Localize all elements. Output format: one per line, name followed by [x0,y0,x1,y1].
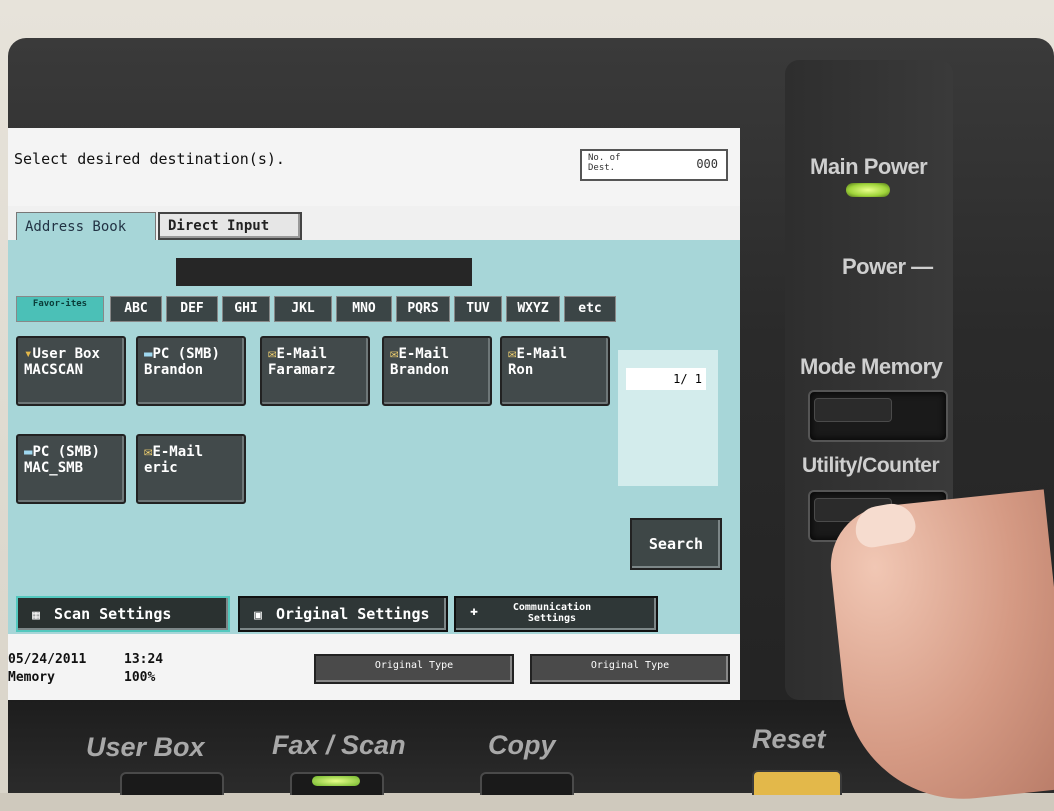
scan-settings-button[interactable]: ▦ Scan Settings [16,596,230,632]
search-input[interactable] [176,258,472,286]
communication-settings-icon: ✚ [470,603,478,619]
index-def-button[interactable]: DEF [166,296,218,322]
status-memory-label: Memory [8,670,55,685]
entry-name: MAC_SMB [24,460,84,476]
user-box-button[interactable] [120,772,224,795]
entry-name: Brandon [144,362,204,378]
search-button[interactable]: Search [630,518,722,570]
destination-entry[interactable]: ▾User Box MACSCAN [16,336,126,406]
original-settings-button[interactable]: ▣ Original Settings [238,596,448,632]
original-type-button[interactable]: Original Type [530,654,730,684]
power-label: Power — [842,254,933,279]
entry-type: ✉E-Mail [144,444,204,460]
entry-name: Brandon [390,362,450,378]
touch-screen: Select desired destination(s). No. of De… [8,128,740,700]
mode-memory-button[interactable] [808,390,948,442]
utility-counter-label: Utility/Counter [802,454,940,477]
original-type-button[interactable]: Original Type [314,654,514,684]
status-date: 05/24/2011 [8,652,87,667]
destination-entry[interactable]: ✉E-Mail Ron [500,336,610,406]
index-wxyz-button[interactable]: WXYZ [506,296,560,322]
fax-scan-label: Fax / Scan [272,730,406,760]
tab-direct-input[interactable]: Direct Input [158,212,302,240]
entry-type: ▬PC (SMB) [24,444,100,460]
index-tuv-button[interactable]: TUV [454,296,502,322]
index-favorites-button[interactable]: Favor-ites [16,296,104,322]
destination-counter: No. of Dest. 000 [580,149,728,181]
fax-scan-led-icon [312,776,360,786]
copy-button[interactable] [480,772,574,795]
index-mno-button[interactable]: MNO [336,296,392,322]
entry-type: ✉E-Mail [390,346,450,362]
destination-entry[interactable]: ✉E-Mail Brandon [382,336,492,406]
destination-counter-value: 000 [696,157,718,171]
index-pqrs-button[interactable]: PQRS [396,296,450,322]
entry-name: eric [144,460,178,476]
destination-entry[interactable]: ▬PC (SMB) MAC_SMB [16,434,126,504]
main-power-label: Main Power [810,154,928,179]
index-etc-button[interactable]: etc [564,296,616,322]
destination-entry[interactable]: ▬PC (SMB) Brandon [136,336,246,406]
page-number: 1/ 1 [626,368,706,390]
status-time: 13:24 [124,652,164,667]
copy-label: Copy [488,730,556,760]
original-settings-icon: ▣ [254,608,262,623]
entry-type: ▾User Box [24,346,100,362]
user-box-label: User Box [86,732,205,762]
settings-bar: ▦ Scan Settings ▣ Original Settings ✚ Commu… [8,590,740,634]
status-bar: 05/24/2011 13:24 Memory 100% Original Ty… [8,634,740,700]
prompt-text: Select desired destination(s). [14,150,285,168]
communication-settings-button[interactable]: ✚ Communication Settings [454,596,658,632]
screen-header: Select desired destination(s). No. of De… [8,128,740,206]
fax-scan-button[interactable] [290,772,384,795]
main-power-led-icon [846,183,890,197]
reset-button[interactable] [752,770,842,795]
destination-entry[interactable]: ✉E-Mail eric [136,434,246,504]
destination-entry[interactable]: ✉E-Mail Faramarz [260,336,370,406]
status-memory-value: 100% [124,670,156,685]
mode-memory-label: Mode Memory [800,354,943,379]
tab-address-book[interactable]: Address Book [16,212,156,241]
entry-type: ✉E-Mail [508,346,568,362]
index-abc-button[interactable]: ABC [110,296,162,322]
entry-type: ✉E-Mail [268,346,328,362]
destination-counter-label: No. of Dest. [588,153,621,173]
tab-bar: Address Book Direct Input [8,206,740,241]
entry-name: Faramarz [268,362,336,378]
entry-name: MACSCAN [24,362,84,378]
entry-type: ▬PC (SMB) [144,346,220,362]
index-ghi-button[interactable]: GHI [222,296,270,322]
entry-name: Ron [508,362,534,378]
index-jkl-button[interactable]: JKL [274,296,332,322]
page-indicator-panel: 1/ 1 [618,350,718,486]
scan-settings-icon: ▦ [32,608,40,623]
reset-label: Reset [752,724,826,754]
